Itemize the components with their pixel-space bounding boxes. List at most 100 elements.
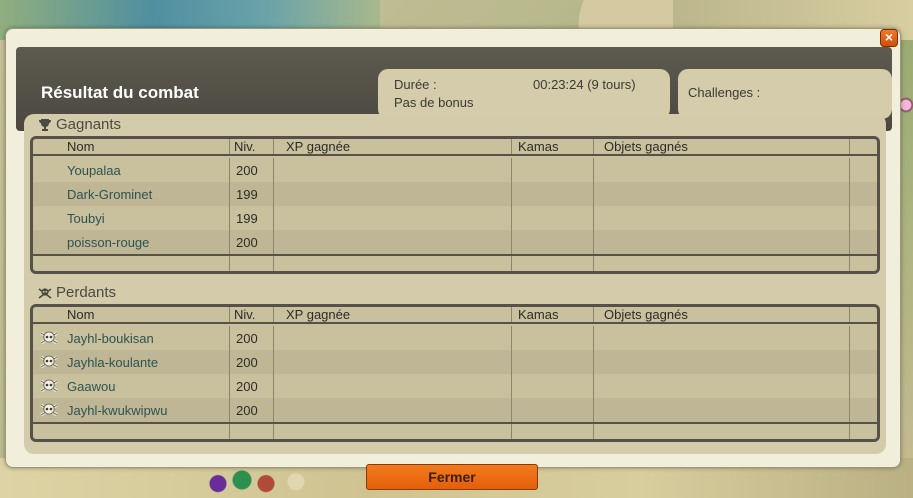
empty-cell (33, 424, 230, 439)
player-objects (594, 350, 850, 374)
bonus-label: Pas de bonus (394, 95, 474, 110)
column-name-header[interactable]: Nom (33, 307, 230, 322)
player-xp (274, 398, 512, 422)
skull-icon (40, 403, 58, 417)
table-footer-row (33, 254, 877, 271)
combat-result-window: Résultat du combat Durée : 00:23:24 (9 t… (5, 28, 901, 468)
duration-value: 00:23:24 (9 tours) (533, 77, 636, 92)
player-objects (594, 374, 850, 398)
player-level: 200 (230, 350, 274, 374)
winners-label: Gagnants (56, 116, 122, 133)
column-xp-header[interactable]: XP gagnée (274, 307, 512, 322)
column-level-header[interactable]: Niv. (230, 139, 274, 154)
player-name[interactable]: Jayhla-koulante (67, 355, 158, 370)
player-xp (274, 158, 512, 182)
player-kamas (512, 230, 594, 254)
player-name[interactable]: Dark-Grominet (33, 182, 230, 206)
window-title: Résultat du combat (41, 83, 199, 102)
table-row[interactable]: Toubyi 199 (33, 206, 877, 230)
table-row[interactable]: Youpalaa 200 (33, 158, 877, 182)
skull-icon (40, 379, 58, 393)
empty-cell (230, 256, 274, 271)
skull-icon (40, 331, 58, 345)
skull-icon (40, 355, 58, 369)
table-row[interactable]: Jayhl-kwukwipwu 200 (33, 398, 877, 422)
table-row[interactable]: Gaawou 200 (33, 374, 877, 398)
empty-cell (594, 256, 850, 271)
scrollbar-track[interactable] (850, 307, 877, 322)
player-name[interactable]: Gaawou (67, 379, 115, 394)
scrollbar-track[interactable] (850, 326, 877, 350)
winners-table: Nom Niv. XP gagnée Kamas Objets gagnés Y… (30, 136, 880, 274)
scrollbar-track[interactable] (850, 158, 877, 182)
challenges-panel: Challenges : (678, 69, 892, 119)
player-kamas (512, 158, 594, 182)
player-name-cell[interactable]: Gaawou (33, 374, 230, 398)
player-name[interactable]: Jayhl-boukisan (67, 331, 154, 346)
scrollbar-track[interactable] (850, 350, 877, 374)
player-xp (274, 230, 512, 254)
scrollbar-track[interactable] (850, 230, 877, 254)
trophy-icon (39, 118, 51, 131)
column-name-header[interactable]: Nom (33, 139, 230, 154)
player-kamas (512, 374, 594, 398)
losers-label: Perdants (56, 284, 117, 301)
duration-label: Durée : (394, 77, 437, 92)
scrollbar-track[interactable] (850, 256, 877, 271)
table-row[interactable]: Jayhl-boukisan 200 (33, 326, 877, 350)
player-level: 200 (230, 326, 274, 350)
challenges-label: Challenges : (688, 85, 761, 100)
duration-panel: Durée : 00:23:24 (9 tours) Pas de bonus (378, 69, 670, 119)
player-name-cell[interactable]: Jayhl-boukisan (33, 326, 230, 350)
player-name[interactable]: Jayhl-kwukwipwu (67, 403, 167, 418)
player-objects (594, 398, 850, 422)
scrollbar-track[interactable] (850, 139, 877, 154)
player-objects (594, 230, 850, 254)
player-name[interactable]: poisson-rouge (33, 230, 230, 254)
empty-cell (274, 256, 512, 271)
empty-cell (33, 256, 230, 271)
player-kamas (512, 182, 594, 206)
player-level: 200 (230, 398, 274, 422)
empty-cell (512, 424, 594, 439)
empty-cell (512, 256, 594, 271)
scrollbar-track[interactable] (850, 398, 877, 422)
player-xp (274, 206, 512, 230)
column-objects-header[interactable]: Objets gagnés (594, 307, 850, 322)
player-xp (274, 350, 512, 374)
scrollbar-track[interactable] (850, 182, 877, 206)
player-objects (594, 206, 850, 230)
scrollbar-track[interactable] (850, 424, 877, 439)
table-row[interactable]: Dark-Grominet 199 (33, 182, 877, 206)
scrollbar-track[interactable] (850, 374, 877, 398)
results-content: Gagnants Nom Niv. XP gagnée Kamas Objets… (24, 114, 886, 454)
empty-cell (274, 424, 512, 439)
table-footer-row (33, 422, 877, 439)
table-row[interactable]: Jayhla-koulante 200 (33, 350, 877, 374)
player-objects (594, 158, 850, 182)
player-kamas (512, 326, 594, 350)
column-kamas-header[interactable]: Kamas (512, 139, 594, 154)
player-name[interactable]: Youpalaa (33, 158, 230, 182)
table-header: Nom Niv. XP gagnée Kamas Objets gagnés (33, 307, 877, 324)
player-name-cell[interactable]: Jayhla-koulante (33, 350, 230, 374)
player-kamas (512, 398, 594, 422)
player-level: 199 (230, 182, 274, 206)
close-button[interactable]: Fermer (366, 464, 538, 490)
table-row[interactable]: poisson-rouge 200 (33, 230, 877, 254)
winners-heading: Gagnants (38, 116, 121, 133)
losers-table: Nom Niv. XP gagnée Kamas Objets gagnés J… (30, 304, 880, 442)
column-kamas-header[interactable]: Kamas (512, 307, 594, 322)
skull-crossbones-icon (38, 287, 52, 299)
close-icon[interactable]: × (880, 29, 898, 47)
player-name-cell[interactable]: Jayhl-kwukwipwu (33, 398, 230, 422)
column-xp-header[interactable]: XP gagnée (274, 139, 512, 154)
scrollbar-track[interactable] (850, 206, 877, 230)
player-name[interactable]: Toubyi (33, 206, 230, 230)
column-level-header[interactable]: Niv. (230, 307, 274, 322)
column-objects-header[interactable]: Objets gagnés (594, 139, 850, 154)
background-character (899, 92, 913, 118)
player-xp (274, 182, 512, 206)
player-level: 200 (230, 374, 274, 398)
player-xp (274, 374, 512, 398)
